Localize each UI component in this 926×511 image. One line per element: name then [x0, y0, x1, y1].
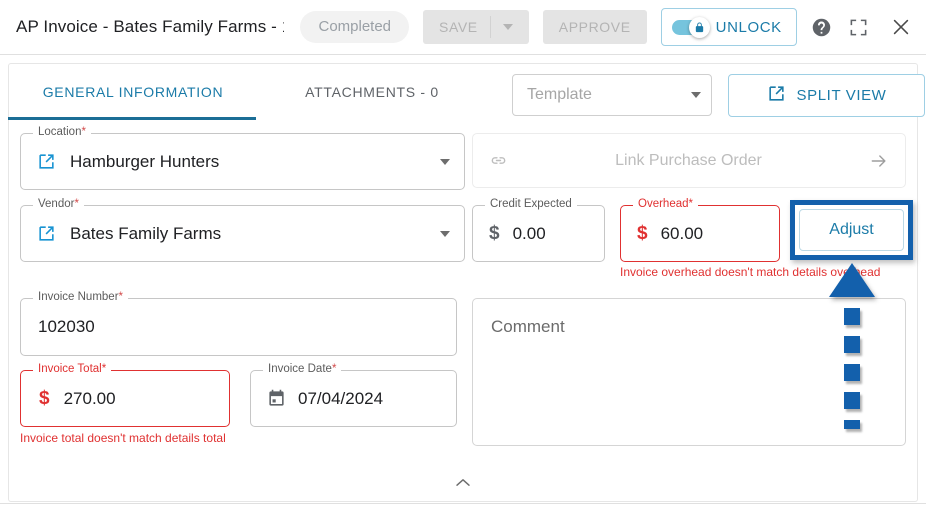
approve-button-label: APPROVE — [558, 19, 631, 35]
split-view-label: SPLIT VIEW — [796, 87, 887, 104]
annotation-arrow-segment — [844, 364, 860, 381]
comment-placeholder: Comment — [491, 317, 565, 336]
annotation-arrow-segment — [844, 336, 860, 353]
vendor-select[interactable]: Vendor* Bates Family Farms — [20, 198, 465, 262]
split-view-button[interactable]: SPLIT VIEW — [728, 74, 925, 117]
open-in-new-icon[interactable] — [37, 152, 56, 171]
template-select[interactable]: Template Template — [512, 74, 712, 116]
fullscreen-icon[interactable] — [847, 14, 869, 40]
adjust-button-highlight: Adjust — [790, 200, 913, 260]
location-select[interactable]: Location* Hamburger Hunters — [20, 126, 465, 190]
invoice-number-label: Invoice Number* — [33, 291, 129, 303]
currency-icon: $ — [39, 387, 50, 409]
chevron-down-icon[interactable] — [440, 230, 450, 237]
credit-expected-value: 0.00 — [512, 223, 546, 243]
calendar-icon[interactable] — [267, 389, 286, 408]
open-in-new-icon[interactable] — [37, 224, 56, 243]
credit-expected-label: Credit Expected — [485, 198, 577, 210]
adjust-button[interactable]: Adjust — [799, 209, 904, 251]
open-in-new-icon — [767, 84, 786, 107]
link-purchase-order-label: Link Purchase Order — [615, 151, 762, 169]
approve-button[interactable]: APPROVE — [542, 10, 647, 44]
bottom-bar — [0, 503, 926, 511]
save-button[interactable]: SAVE — [423, 10, 529, 44]
annotation-arrow-segment — [844, 308, 860, 325]
invoice-date-label: Invoice Date* — [263, 363, 342, 375]
currency-icon: $ — [637, 222, 648, 244]
location-label: Location* — [33, 126, 91, 138]
invoice-date-value: 07/04/2024 — [298, 388, 384, 408]
location-value: Hamburger Hunters — [70, 151, 220, 171]
invoice-total-field[interactable]: Invoice Total* $ 270.00 — [20, 363, 230, 427]
overhead-value: 60.00 — [660, 223, 704, 243]
vendor-value: Bates Family Farms — [70, 223, 222, 243]
annotation-arrow-head — [829, 263, 875, 297]
link-icon — [489, 151, 508, 170]
annotation-arrow-up — [829, 263, 875, 443]
annotation-arrow-segment — [844, 420, 860, 429]
tab-attachments[interactable]: ATTACHMENTS - 0 — [257, 64, 487, 120]
invoice-date-field[interactable]: Invoice Date* 07/04/2024 — [250, 363, 457, 427]
save-divider — [489, 16, 491, 38]
page-title: AP Invoice - Bates Family Farms - 102… — [16, 17, 284, 36]
collapse-panel-chevron-up-icon[interactable] — [452, 474, 474, 490]
arrow-right-icon — [869, 151, 889, 171]
invoice-total-error-message: Invoice total doesn't match details tota… — [20, 431, 226, 445]
help-circle-icon[interactable] — [811, 14, 833, 40]
invoice-total-label: Invoice Total* — [33, 363, 112, 375]
close-icon[interactable] — [890, 14, 912, 40]
credit-expected-field[interactable]: Credit Expected $ 0.00 — [472, 198, 605, 262]
tab-bar: GENERAL INFORMATION ATTACHMENTS - 0 Temp… — [8, 63, 925, 120]
template-value: Template — [527, 86, 592, 103]
chevron-down-icon[interactable] — [440, 158, 450, 165]
annotation-arrow-segment — [844, 392, 860, 409]
invoice-number-value: 102030 — [38, 317, 95, 336]
unlock-toggle-button[interactable]: UNLOCK — [660, 8, 797, 46]
chevron-down-icon[interactable] — [691, 92, 701, 98]
status-badge: Completed — [300, 11, 410, 43]
vendor-label: Vendor* — [33, 198, 84, 210]
currency-icon: $ — [489, 222, 500, 244]
overhead-label: Overhead* — [633, 198, 698, 210]
lock-icon — [688, 16, 710, 38]
overhead-field[interactable]: Overhead* $ 60.00 — [620, 198, 780, 262]
invoice-number-field[interactable]: Invoice Number* 102030 — [20, 291, 457, 356]
lock-toggle-switch[interactable] — [671, 16, 710, 38]
link-purchase-order-button[interactable]: Link Purchase Order — [472, 133, 906, 188]
unlock-label: UNLOCK — [715, 18, 782, 36]
app-window: AP Invoice - Bates Family Farms - 102… C… — [0, 0, 926, 511]
title-bar: AP Invoice - Bates Family Farms - 102… C… — [0, 0, 926, 55]
invoice-total-value: 270.00 — [63, 388, 116, 408]
chevron-down-icon[interactable] — [502, 24, 513, 30]
tab-general-information[interactable]: GENERAL INFORMATION — [9, 64, 257, 120]
save-button-label: SAVE — [439, 19, 478, 35]
